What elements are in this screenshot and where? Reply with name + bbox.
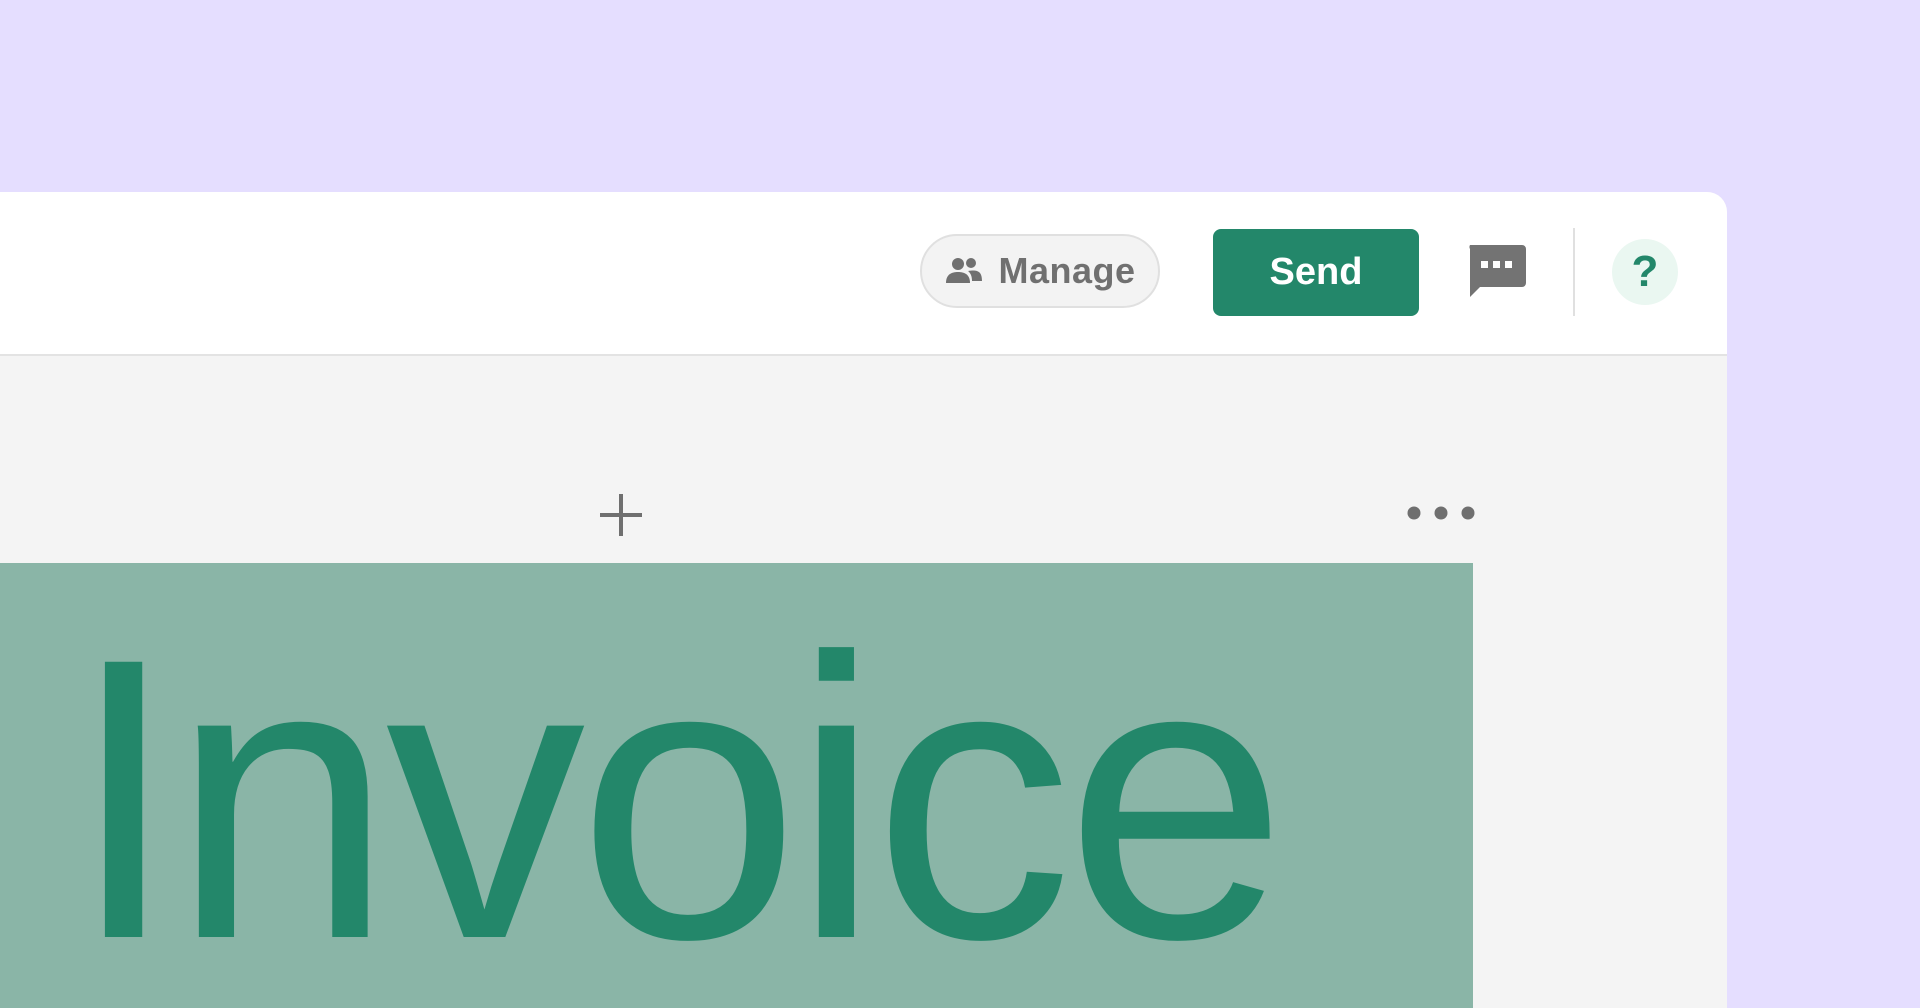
invoice-heading-block[interactable]: Invoice — [0, 563, 1473, 1008]
top-toolbar: Manage Send ? — [0, 192, 1727, 356]
add-block-button[interactable] — [598, 492, 644, 538]
people-icon — [944, 255, 984, 287]
help-icon: ? — [1631, 247, 1659, 296]
send-label: Send — [1269, 251, 1363, 293]
send-button[interactable]: Send — [1213, 229, 1419, 316]
help-button[interactable]: ? — [1612, 239, 1678, 305]
app-window: Manage Send ? Invoice — [0, 192, 1727, 1008]
toolbar-divider — [1573, 228, 1575, 316]
plus-icon — [600, 494, 642, 536]
comment-icon — [1469, 245, 1526, 297]
manage-button[interactable]: Manage — [920, 234, 1160, 308]
invoice-heading[interactable]: Invoice — [68, 599, 1287, 999]
manage-label: Manage — [998, 250, 1136, 291]
more-options-button[interactable] — [1406, 498, 1476, 528]
more-options-icon — [1407, 506, 1475, 520]
comments-button[interactable] — [1466, 245, 1526, 301]
